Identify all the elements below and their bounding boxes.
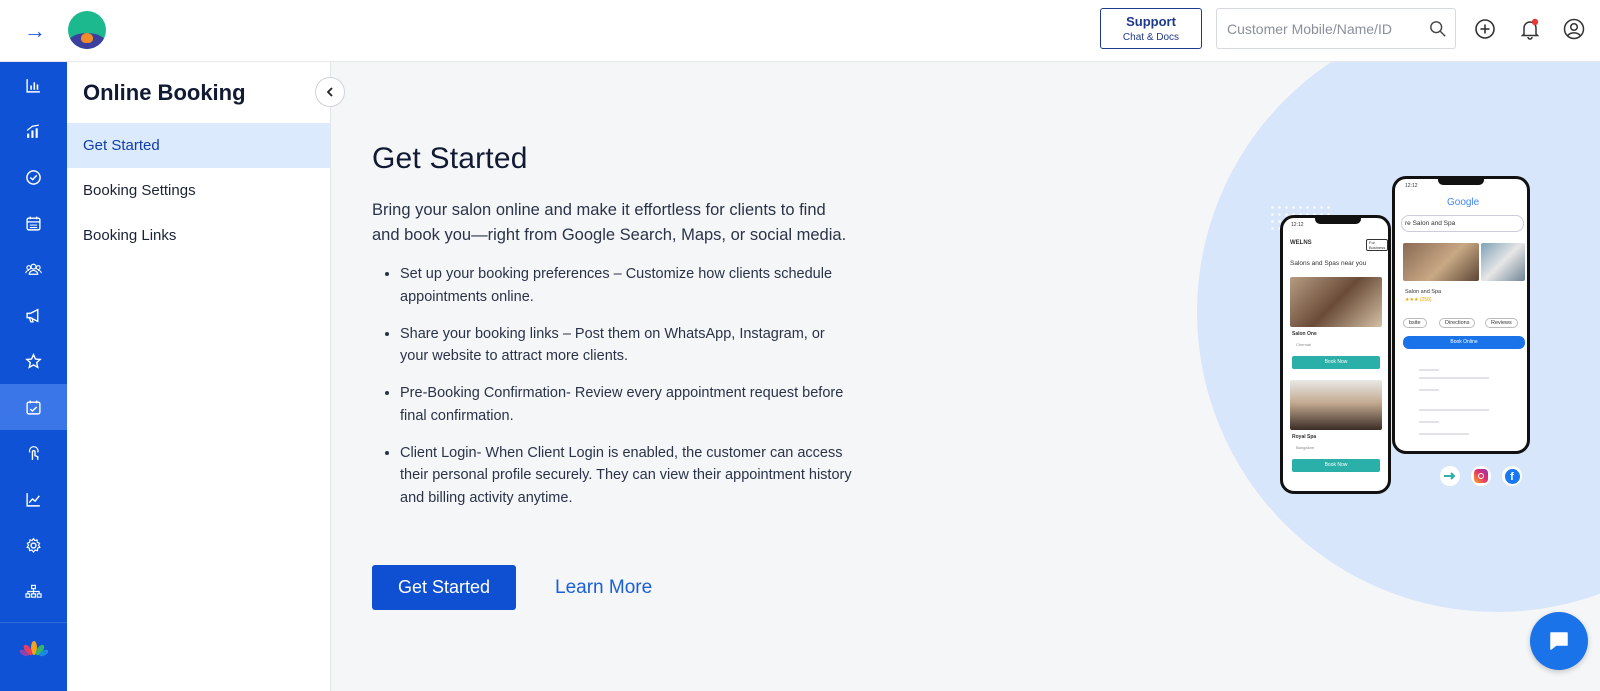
- bell-icon[interactable]: [1518, 17, 1542, 41]
- get-started-section: Get Started Bring your salon online and …: [372, 142, 852, 524]
- result-rating: ★★★ (250): [1405, 297, 1432, 303]
- feature-item: Share your booking links – Post them on …: [400, 323, 852, 368]
- page-title: Get Started: [372, 142, 528, 175]
- calendar-check-icon[interactable]: [0, 384, 67, 430]
- customer-search-input[interactable]: [1227, 19, 1417, 39]
- salon-photo: [1290, 380, 1382, 430]
- megaphone-icon[interactable]: [0, 292, 67, 338]
- phone-business-badge: For Business: [1366, 239, 1388, 251]
- lotus-logo[interactable]: [0, 622, 67, 674]
- listing-name: Royal Spa: [1292, 434, 1317, 440]
- intro-text: Bring your salon online and make it effo…: [372, 201, 847, 244]
- feature-list: Set up your booking preferences – Custom…: [372, 263, 852, 509]
- phone-time: 12:12: [1405, 183, 1418, 189]
- online-booking-subnav: Online Booking Get Started Booking Setti…: [67, 62, 331, 691]
- feature-item: Client Login- When Client Login is enabl…: [400, 442, 852, 510]
- facebook-icon: f: [1502, 466, 1522, 486]
- result-name: Salon and Spa: [1405, 289, 1442, 295]
- bar-chart-icon[interactable]: [0, 62, 67, 108]
- subnav-title: Online Booking: [83, 80, 246, 105]
- user-icon[interactable]: [1562, 17, 1586, 41]
- analytics-icon[interactable]: [0, 108, 67, 154]
- calendar-icon[interactable]: [0, 200, 67, 246]
- salon-photo: [1481, 243, 1525, 281]
- result-chip: bsite: [1403, 318, 1427, 328]
- subnav-item-booking-links[interactable]: Booking Links: [67, 213, 330, 258]
- support-subtitle: Chat & Docs: [1122, 32, 1180, 43]
- instagram-icon: [1471, 466, 1491, 486]
- main-content: Get Started Bring your salon online and …: [331, 62, 1600, 691]
- customer-search-box: [1216, 8, 1456, 49]
- book-now-chip: Book Now: [1292, 356, 1380, 369]
- listing-location: Chennai: [1296, 342, 1311, 347]
- check-circle-icon[interactable]: [0, 154, 67, 200]
- icon-sidebar: [0, 62, 67, 691]
- app-logo[interactable]: [68, 11, 106, 49]
- feature-item: Set up your booking preferences – Custom…: [400, 263, 852, 308]
- subnav-item-booking-settings[interactable]: Booking Settings: [67, 168, 330, 213]
- settings-icon[interactable]: [0, 522, 67, 568]
- learn-more-link[interactable]: Learn More: [555, 577, 652, 599]
- add-circle-icon[interactable]: [1473, 17, 1497, 41]
- support-button[interactable]: Support Chat & Docs: [1100, 8, 1202, 49]
- listing-name: Salon One: [1292, 331, 1317, 337]
- search-icon[interactable]: [1429, 20, 1447, 38]
- get-started-button[interactable]: Get Started: [372, 565, 516, 610]
- subnav-item-get-started[interactable]: Get Started: [67, 123, 330, 168]
- trend-icon[interactable]: [0, 476, 67, 522]
- listing-location: Bangalore: [1296, 445, 1315, 450]
- top-bar: → Support Chat & Docs: [0, 0, 1600, 62]
- book-now-chip: Book Now: [1292, 459, 1380, 472]
- feature-item: Pre-Booking Confirmation- Review every a…: [400, 382, 852, 427]
- salon-photo: [1290, 277, 1382, 327]
- salon-photo: [1403, 243, 1479, 281]
- phone-welns-mockup: 12:12 WELNS For Business Salons and Spas…: [1280, 215, 1391, 494]
- star-icon[interactable]: [0, 338, 67, 384]
- phone-time: 12:12: [1291, 222, 1304, 228]
- book-online-chip: Book Online: [1403, 336, 1525, 349]
- clients-icon[interactable]: [0, 246, 67, 292]
- phone-brand: WELNS: [1290, 240, 1312, 246]
- phone-search-query: re Salon and Spa: [1405, 220, 1456, 227]
- org-chart-icon[interactable]: [0, 568, 67, 614]
- phone-google-mockup: 12:12 Google re Salon and Spa Salon and …: [1392, 176, 1530, 454]
- google-wordmark: Google: [1447, 197, 1480, 208]
- chat-button[interactable]: [1530, 612, 1588, 670]
- welns-icon: [1440, 466, 1460, 486]
- touch-icon[interactable]: [0, 430, 67, 476]
- result-chip: Directions: [1439, 318, 1476, 328]
- chat-bubble-icon: [1550, 632, 1568, 650]
- arrow-right-icon[interactable]: →: [24, 20, 48, 42]
- result-chip: Reviews: [1485, 318, 1518, 328]
- phone-heading: Salons and Spas near you: [1290, 260, 1367, 267]
- support-title: Support: [1126, 14, 1176, 29]
